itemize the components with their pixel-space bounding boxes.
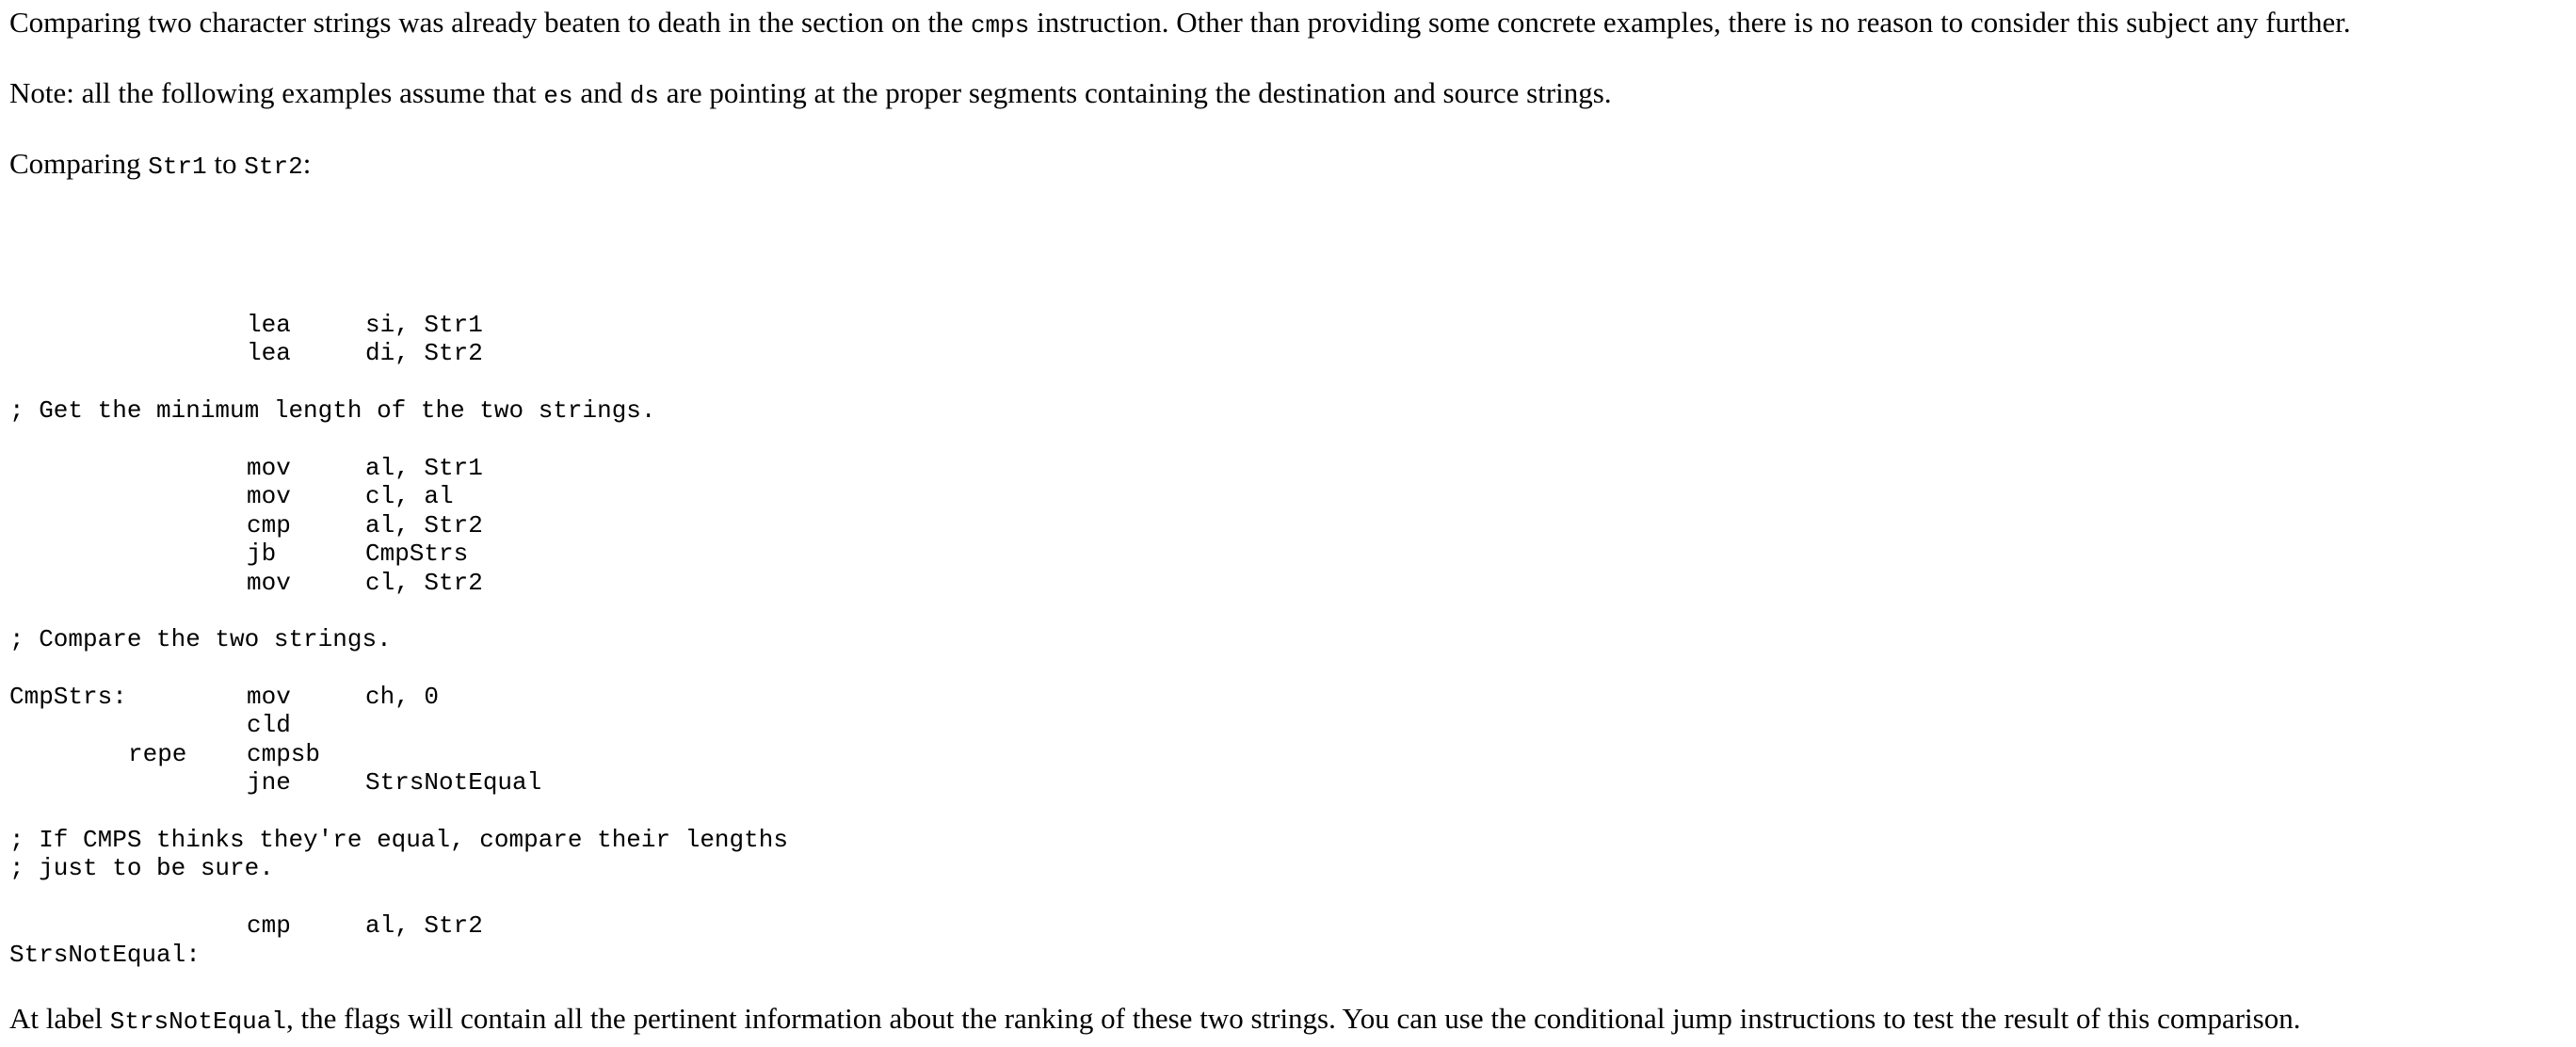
code-comment: ; Compare the two strings.: [9, 625, 392, 654]
code-opcode: jne: [247, 768, 291, 797]
code-comment-line: ; Get the minimum length of the two stri…: [9, 396, 788, 425]
text-run: Note: all the following examples assume …: [9, 76, 544, 109]
code-operands: di, Str2: [365, 339, 483, 368]
code-opcode: mov: [247, 683, 291, 712]
inline-code: Str2: [244, 153, 303, 181]
inline-code: cmps: [970, 11, 1030, 40]
code-instruction-line: repe cmpsb: [9, 740, 788, 768]
code-opcode: cmp: [247, 510, 291, 540]
code-instruction-line: lea di, Str2: [9, 339, 788, 367]
inline-code: es: [543, 82, 573, 110]
code-instruction-line: mov cl, Str2: [9, 569, 788, 597]
intro-paragraph-cmps: Comparing two character strings was alre…: [9, 2, 2552, 46]
code-comment-line: ; Compare the two strings.: [9, 625, 788, 653]
code-opcode: jb: [247, 540, 277, 569]
comparing-heading-paragraph: Comparing Str1 to Str2:: [9, 143, 2552, 187]
code-operands: cl, al: [365, 482, 454, 511]
text-run: instruction. Other than providing some c…: [1029, 6, 2351, 39]
code-prefix: repe: [128, 739, 187, 768]
note-paragraph: Note: all the following examples assume …: [9, 72, 2552, 117]
text-run: At label: [9, 1002, 110, 1035]
code-label: StrsNotEqual:: [9, 940, 201, 969]
code-operands: si, Str1: [365, 311, 483, 339]
text-run: and: [572, 76, 630, 109]
code-operands: StrsNotEqual: [365, 768, 542, 797]
code-opcode: cld: [247, 711, 291, 740]
code-operands: CmpStrs: [365, 540, 469, 569]
code-opcode: cmpsb: [247, 739, 321, 768]
code-instruction-line: jb CmpStrs: [9, 540, 788, 568]
inline-code: StrsNotEqual: [109, 1007, 286, 1036]
code-opcode: lea: [247, 339, 291, 368]
code-opcode: mov: [247, 568, 291, 597]
code-operands: al, Str2: [365, 510, 483, 540]
code-instruction-line: cmp al, Str2: [9, 911, 788, 940]
code-label: CmpStrs:: [9, 683, 127, 712]
code-instruction-line: mov al, Str1: [9, 454, 788, 482]
code-operands: ch, 0: [365, 683, 440, 712]
code-comment-line: ; just to be sure.: [9, 854, 788, 882]
text-run: to: [206, 147, 245, 180]
code-instruction-line: cmp al, Str2: [9, 511, 788, 540]
assembly-code-listing: lea si, Str1 lea di, Str2 ; Get the minimum …: [9, 311, 788, 969]
code-comment: ; If CMPS thinks they're equal, compare …: [9, 826, 788, 855]
code-instruction-line: CmpStrs: mov ch, 0: [9, 683, 788, 711]
code-comment-line: ; If CMPS thinks they're equal, compare …: [9, 826, 788, 854]
inline-code: ds: [629, 82, 660, 110]
code-operands: cl, Str2: [365, 568, 483, 597]
code-operands: al, Str2: [365, 911, 483, 941]
text-run: Comparing two character strings was alre…: [9, 6, 971, 39]
conclusion-paragraph: At label StrsNotEqual, the flags will co…: [9, 998, 2300, 1042]
code-instruction-line: jne StrsNotEqual: [9, 768, 788, 797]
code-opcode: mov: [247, 482, 291, 511]
text-run: , the flags will contain all the pertine…: [285, 1002, 2301, 1035]
code-operands: al, Str1: [365, 453, 483, 482]
code-opcode: cmp: [247, 911, 291, 941]
code-instruction-line: mov cl, al: [9, 482, 788, 510]
code-comment: ; just to be sure.: [9, 854, 274, 883]
code-opcode: lea: [247, 311, 291, 339]
code-instruction-line: StrsNotEqual:: [9, 941, 788, 969]
text-run: are pointing at the proper segments cont…: [659, 76, 1612, 109]
text-run: :: [302, 147, 312, 180]
code-instruction-line: cld: [9, 711, 788, 739]
text-run: Comparing: [9, 147, 149, 180]
code-opcode: mov: [247, 453, 291, 482]
inline-code: Str1: [148, 153, 207, 181]
code-instruction-line: lea si, Str1: [9, 311, 788, 339]
document-body: Comparing two character strings was alre…: [9, 0, 2552, 1036]
code-comment: ; Get the minimum length of the two stri…: [9, 396, 656, 426]
